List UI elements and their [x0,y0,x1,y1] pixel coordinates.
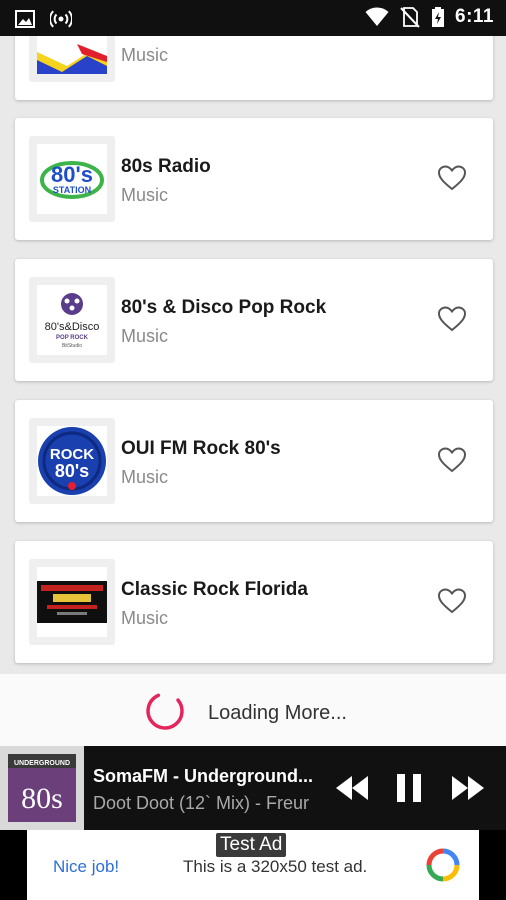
logo-text: 80's [51,162,93,187]
fast-forward-icon[interactable] [450,770,486,806]
wifi-icon [365,7,389,26]
wireless-broadcast-icon [50,10,72,28]
station-title: Classic Rock Florida [121,579,308,600]
rewind-icon[interactable] [334,770,370,806]
logo-text: STATION [53,185,91,195]
station-title: 80s Radio [121,156,211,177]
logo-text: 80s [21,782,63,815]
clock: 6:11 [455,6,494,27]
ad-network-logo-icon [426,848,460,882]
classic-rock-florida-logo-icon [37,581,107,623]
now-playing-title: SomaFM - Underground... [93,766,313,786]
station-logo: 80's STATION [29,136,115,222]
loading-text: Loading More... [208,702,347,724]
station-genre: Music [121,467,169,487]
logo-text: 80's [55,461,89,481]
logo-text: 80's&Disco [45,321,100,333]
station-genre: Music [121,185,169,205]
station-genre: Music [121,326,169,346]
station-logo [29,559,115,645]
station-title: OUI FM Rock 80's [121,438,281,459]
underground-80s-logo-icon: UNDERGROUND 80s [0,746,84,830]
logo-text: POP ROCK [56,335,89,341]
station-card[interactable]: 80's&Disco POP ROCK BitStudio 80's & Dis… [15,259,493,381]
favorite-heart-icon[interactable] [437,164,467,192]
ad-text: This is a 320x50 test ad. [183,857,368,876]
loading-more-row: Loading More... [0,674,506,746]
battery-charging-icon [432,7,445,27]
loading-spinner-icon [146,692,184,730]
now-playing-subtitle: Doot Doot (12` Mix) - Freur [93,793,310,813]
logo-text: BitStudio [62,343,82,349]
station-logo: 80's&Disco POP ROCK BitStudio [29,277,115,363]
station-logo: ROCK 80's [29,418,115,504]
station-genre: Music [121,608,169,628]
80s-disco-logo-icon: 80's&Disco POP ROCK BitStudio [45,293,100,349]
favorite-heart-icon[interactable] [437,587,467,615]
no-sim-icon [400,7,420,28]
pause-icon[interactable] [394,770,424,806]
80s-station-logo-icon: 80's STATION [40,161,104,199]
now-playing-artwork: UNDERGROUND 80s [0,746,84,830]
station-card[interactable]: Music [15,36,493,100]
station-card[interactable]: ROCK 80's OUI FM Rock 80's Music [15,400,493,522]
favorite-heart-icon[interactable] [437,305,467,333]
rock-80s-logo-icon: ROCK 80's [38,427,106,495]
logo-text: UNDERGROUND [14,760,70,767]
image-icon [15,10,35,28]
station-title: 80's & Disco Pop Rock [121,297,327,318]
station-logo [29,36,115,82]
station-genre: Music [121,45,169,65]
status-bar: 6:11 [0,0,506,36]
favorite-heart-icon[interactable] [437,446,467,474]
test-ad-label: Test Ad [216,833,287,857]
station-card[interactable]: Classic Rock Florida Music [15,541,493,663]
partial-logo-icon [37,44,107,74]
ad-nice-job: Nice job! [53,857,120,876]
mini-player[interactable]: UNDERGROUND 80s SomaFM - Underground... … [0,746,506,830]
station-card[interactable]: 80's STATION 80s Radio Music [15,118,493,240]
station-list[interactable]: Music 80's STATION 80s Radio Music 80's&… [0,36,506,674]
